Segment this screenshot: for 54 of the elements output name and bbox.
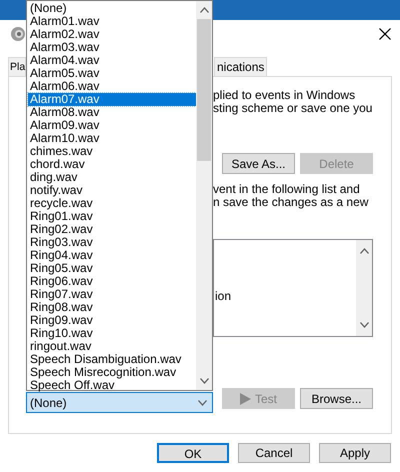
dropdown-option[interactable]: (None) xyxy=(28,2,196,15)
close-icon[interactable] xyxy=(379,28,391,40)
dropdown-option[interactable]: Ring10.wav xyxy=(28,327,196,340)
dropdown-option[interactable]: chimes.wav xyxy=(28,145,196,158)
dropdown-option[interactable]: Alarm08.wav xyxy=(28,106,196,119)
dropdown-option[interactable]: Alarm03.wav xyxy=(28,41,196,54)
dropdown-option[interactable]: Ring09.wav xyxy=(28,314,196,327)
dropdown-option[interactable]: Speech Off.wav xyxy=(28,379,196,392)
dropdown-option[interactable]: Speech Misrecognition.wav xyxy=(28,366,196,379)
description-text: sting scheme or save one you xyxy=(213,102,374,115)
sound-combobox[interactable]: (None) xyxy=(26,392,213,413)
description-text: n save the changes as a new xyxy=(213,196,370,209)
dropdown-option[interactable]: ringout.wav xyxy=(28,340,196,353)
scrollbar[interactable] xyxy=(196,1,212,390)
dropdown-option[interactable]: Alarm02.wav xyxy=(28,28,196,41)
dropdown-option[interactable]: recycle.wav xyxy=(28,197,196,210)
dropdown-option[interactable]: Ring04.wav xyxy=(28,249,196,262)
tab[interactable]: Pla xyxy=(8,57,26,76)
events-list[interactable]: ion xyxy=(213,239,373,337)
dropdown-option[interactable]: Alarm05.wav xyxy=(28,67,196,80)
tab[interactable]: nications xyxy=(214,57,268,76)
scroll-down-icon xyxy=(360,322,368,328)
dialog-button[interactable]: Cancel xyxy=(238,443,310,463)
dropdown-option[interactable]: Ring01.wav xyxy=(28,210,196,223)
description-text: vent in the following list and xyxy=(213,183,361,196)
dropdown-option[interactable]: Speech Disambiguation.wav xyxy=(28,353,196,366)
dropdown-option[interactable]: Ring07.wav xyxy=(28,288,196,301)
dropdown-option[interactable]: Ring02.wav xyxy=(28,223,196,236)
scroll-thumb[interactable] xyxy=(197,19,211,161)
dropdown-option[interactable]: Ring05.wav xyxy=(28,262,196,275)
dropdown-option[interactable]: Alarm04.wav xyxy=(28,54,196,67)
save-as-button[interactable]: Save As... xyxy=(222,153,295,174)
description-text: plied to events in Windows xyxy=(213,89,356,102)
event-item[interactable]: ion xyxy=(215,290,232,303)
scroll-up-icon xyxy=(360,248,368,254)
speaker-icon xyxy=(10,26,26,42)
dropdown-option[interactable]: ding.wav xyxy=(28,171,196,184)
dropdown-option[interactable]: Ring08.wav xyxy=(28,301,196,314)
browse-button[interactable]: Browse... xyxy=(300,388,373,409)
dropdown-option[interactable]: Alarm10.wav xyxy=(28,132,196,145)
combobox-value: (None) xyxy=(30,394,67,412)
dropdown-option[interactable]: Ring06.wav xyxy=(28,275,196,288)
dropdown-option[interactable]: Alarm07.wav xyxy=(28,93,196,106)
scroll-up-icon xyxy=(200,7,208,13)
scroll-down-icon xyxy=(200,378,208,384)
play-icon xyxy=(240,392,251,404)
dropdown-option[interactable]: Alarm09.wav xyxy=(28,119,196,132)
dropdown-option[interactable]: Ring03.wav xyxy=(28,236,196,249)
dialog-button[interactable]: Apply xyxy=(319,443,391,463)
dialog-button[interactable]: OK xyxy=(157,443,229,463)
dropdown-option[interactable]: Alarm06.wav xyxy=(28,80,196,93)
dropdown-option[interactable]: chord.wav xyxy=(28,158,196,171)
dropdown-option[interactable]: Alarm01.wav xyxy=(28,15,196,28)
dropdown-option[interactable]: notify.wav xyxy=(28,184,196,197)
